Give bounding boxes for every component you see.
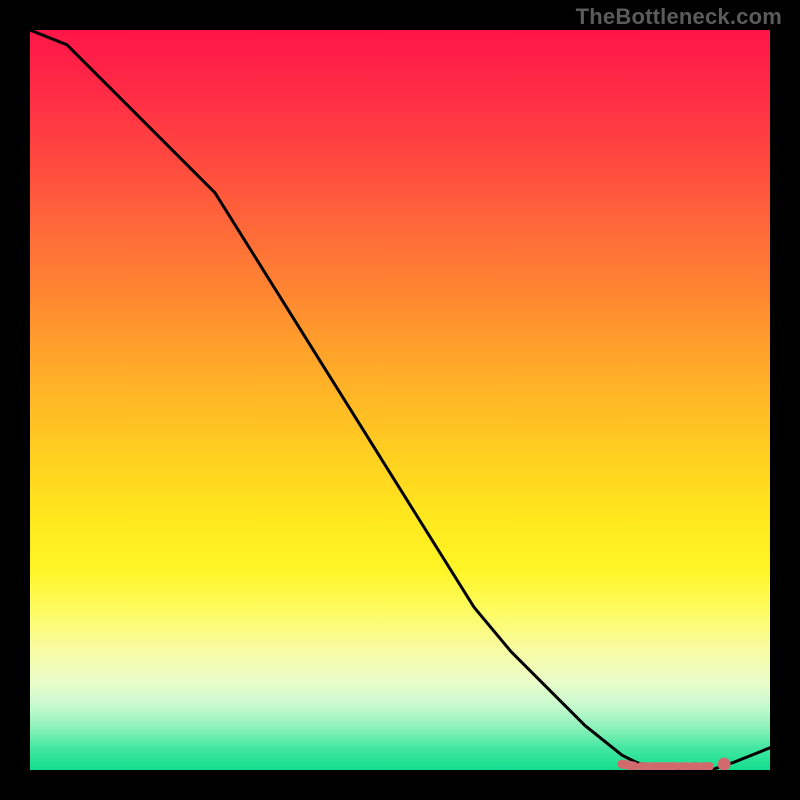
chart-stage: TheBottleneck.com — [0, 0, 800, 800]
plot-area — [30, 30, 770, 770]
optimum-band — [622, 764, 634, 766]
watermark-text: TheBottleneck.com — [576, 4, 782, 30]
chart-overlay — [30, 30, 770, 770]
optimum-dot — [718, 758, 731, 770]
bottleneck-curve — [30, 30, 770, 770]
